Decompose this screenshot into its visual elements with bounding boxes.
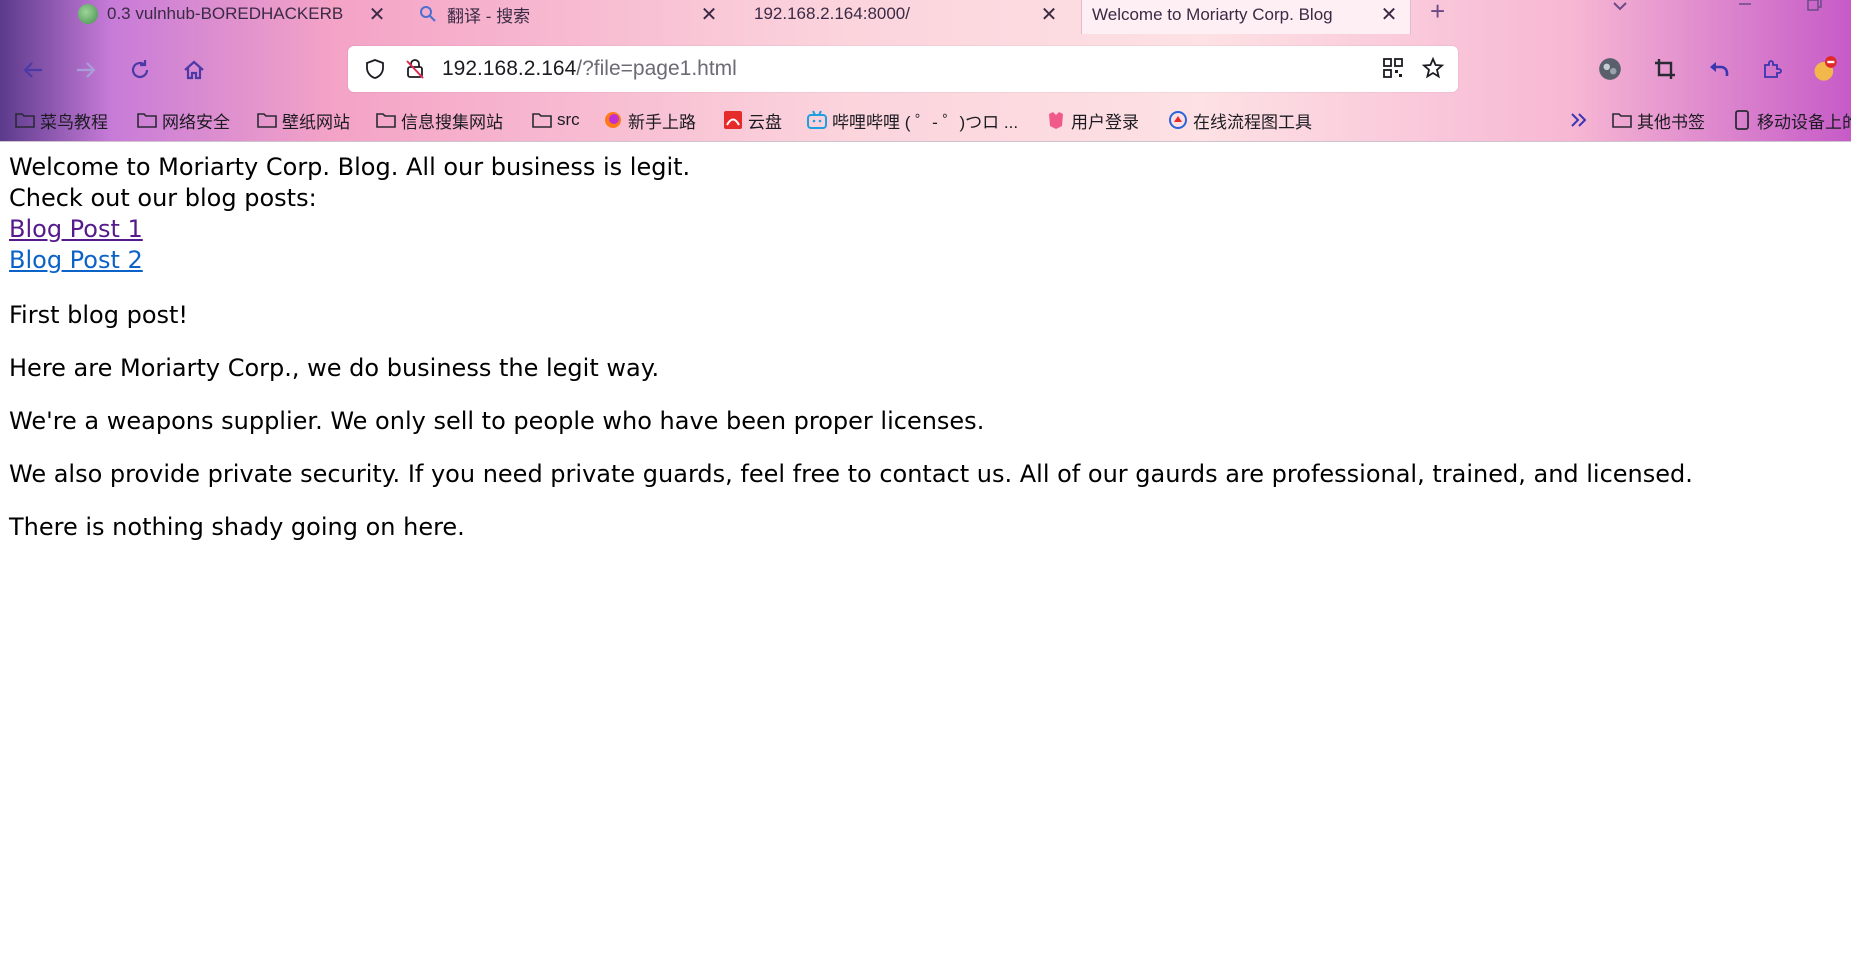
reload-button[interactable]	[124, 54, 156, 86]
back-arrow-icon	[23, 62, 42, 78]
bookmark-folder-mobile[interactable]: 移动设备上的	[1731, 106, 1851, 134]
address-bar[interactable]: 192.168.2.164/?file=page1.html	[348, 46, 1458, 92]
bookmark-label: 菜鸟教程	[40, 112, 108, 132]
post-paragraph: We're a weapons supplier. We only sell t…	[9, 407, 985, 435]
list-all-tabs-icon[interactable]	[1610, 0, 1630, 21]
tab-title: 翻译 - 搜索	[447, 6, 531, 26]
back-button[interactable]	[17, 54, 49, 86]
tab-moriarty-blog[interactable]: Welcome to Moriarty Corp. Blog ✕	[1081, 0, 1411, 34]
minimize-icon[interactable]	[1735, 0, 1755, 19]
bookmark-user-login[interactable]: 用户登录	[1045, 106, 1139, 134]
intro-text: Welcome to Moriarty Corp. Blog. All our …	[9, 153, 691, 181]
extensions-puzzle-icon[interactable]	[1757, 54, 1787, 84]
bookmark-folder-src[interactable]: src	[531, 106, 580, 134]
bookmark-label: 在线流程图工具	[1193, 112, 1312, 132]
bookmark-label: 用户登录	[1071, 112, 1139, 132]
url-host: 192.168.2.164	[442, 57, 577, 80]
blog-post-1-link[interactable]: Blog Post 1	[9, 214, 1839, 245]
post-paragraph: Here are Moriarty Corp., we do business …	[9, 354, 660, 382]
folder-icon	[531, 110, 553, 130]
folder-icon	[14, 110, 36, 130]
flowchart-icon	[1167, 110, 1189, 130]
cloud-icon	[722, 110, 744, 130]
profile-blocked-icon[interactable]	[1810, 54, 1840, 84]
bookmark-label: 信息搜集网站	[401, 112, 503, 132]
bookmark-folder-other[interactable]: 其他书签	[1611, 106, 1705, 134]
close-tab-icon[interactable]: ✕	[1378, 2, 1400, 27]
restore-window-icon[interactable]	[1804, 0, 1824, 19]
url-path: /?file=page1.html	[576, 57, 737, 80]
folder-icon	[375, 110, 397, 130]
post-title: First blog post!	[9, 301, 189, 329]
bookmark-label: 哔哩哔哩 ( ゜- ゜)つロ ...	[832, 112, 1019, 132]
insecure-lock-icon[interactable]	[402, 56, 428, 82]
reload-icon	[131, 60, 149, 79]
qr-code-icon[interactable]	[1380, 55, 1406, 81]
new-tab-button[interactable]: +	[1430, 0, 1445, 27]
navigation-toolbar: 192.168.2.164/?file=page1.html	[0, 44, 1851, 96]
home-button[interactable]	[178, 54, 210, 86]
shield-icon[interactable]	[362, 56, 388, 82]
tab-title: Welcome to Moriarty Corp. Blog	[1092, 4, 1333, 24]
folder-icon	[1611, 110, 1633, 130]
bookmark-label: 移动设备上的	[1757, 112, 1851, 132]
tab-localhost-8000[interactable]: 192.168.2.164:8000/ ✕	[754, 0, 1060, 34]
page-content: Welcome to Moriarty Corp. Blog. All our …	[9, 152, 1839, 543]
url-text[interactable]: 192.168.2.164/?file=page1.html	[442, 57, 737, 81]
bookmark-folder-wallpaper[interactable]: 壁纸网站	[256, 106, 350, 134]
tab-title: 192.168.2.164:8000/	[754, 4, 910, 23]
bookmark-label: 网络安全	[162, 112, 230, 132]
bookmark-label: 壁纸网站	[282, 112, 350, 132]
avatar-extension-icon[interactable]	[1595, 54, 1625, 84]
search-icon	[418, 4, 438, 24]
firefox-icon	[602, 110, 624, 130]
bookmark-star-icon[interactable]	[1420, 55, 1446, 81]
undo-arrow-icon[interactable]	[1704, 54, 1734, 84]
mobile-icon	[1731, 110, 1753, 130]
bookmark-cloud-drive[interactable]: 云盘	[722, 106, 782, 134]
bookmark-folder-info-gathering[interactable]: 信息搜集网站	[375, 106, 503, 134]
tab-translate-search[interactable]: 翻译 - 搜索 ✕	[418, 0, 720, 34]
login-icon	[1045, 110, 1067, 130]
bookmark-label: 其他书签	[1637, 112, 1705, 132]
bookmark-folder-cainiao[interactable]: 菜鸟教程	[14, 106, 108, 134]
home-icon	[184, 60, 204, 80]
bookmarks-overflow-chevron-icon[interactable]	[1568, 106, 1590, 134]
close-tab-icon[interactable]: ✕	[698, 2, 720, 27]
browser-chrome: 0.3 vulnhub-BOREDHACKERB ✕ 翻译 - 搜索 ✕ 192…	[0, 0, 1851, 142]
tab-strip: 0.3 vulnhub-BOREDHACKERB ✕ 翻译 - 搜索 ✕ 192…	[0, 0, 1851, 36]
forward-button[interactable]	[70, 54, 102, 86]
close-tab-icon[interactable]: ✕	[1038, 2, 1060, 27]
tab-vulnhub[interactable]: 0.3 vulnhub-BOREDHACKERB ✕	[78, 0, 388, 34]
blog-post-2-link[interactable]: Blog Post 2	[9, 245, 1839, 276]
bookmark-getting-started[interactable]: 新手上路	[602, 106, 696, 134]
bilibili-icon	[806, 110, 828, 130]
tab-title: 0.3 vulnhub-BOREDHACKERB	[107, 4, 344, 23]
bookmark-bilibili[interactable]: 哔哩哔哩 ( ゜- ゜)つロ ...	[806, 106, 1018, 134]
screenshot-crop-icon[interactable]	[1650, 54, 1680, 84]
close-tab-icon[interactable]: ✕	[366, 2, 388, 27]
folder-icon	[256, 110, 278, 130]
post-paragraph: There is nothing shady going on here.	[9, 513, 465, 541]
blog-posts-heading: Check out our blog posts:	[9, 184, 317, 212]
bookmark-label: 新手上路	[628, 112, 696, 132]
site-favicon-icon	[78, 4, 98, 24]
bookmark-label: src	[557, 110, 580, 129]
bookmark-label: 云盘	[748, 112, 782, 132]
bookmark-flowchart-tool[interactable]: 在线流程图工具	[1167, 106, 1312, 134]
bookmark-folder-netsec[interactable]: 网络安全	[136, 106, 230, 134]
bookmarks-toolbar: 菜鸟教程 网络安全 壁纸网站 信息搜集网站 src 新手上路 云盘 哔哩哔哩 (…	[0, 104, 1851, 138]
folder-icon	[136, 110, 158, 130]
forward-arrow-icon	[77, 62, 96, 78]
post-paragraph: We also provide private security. If you…	[9, 460, 1693, 488]
